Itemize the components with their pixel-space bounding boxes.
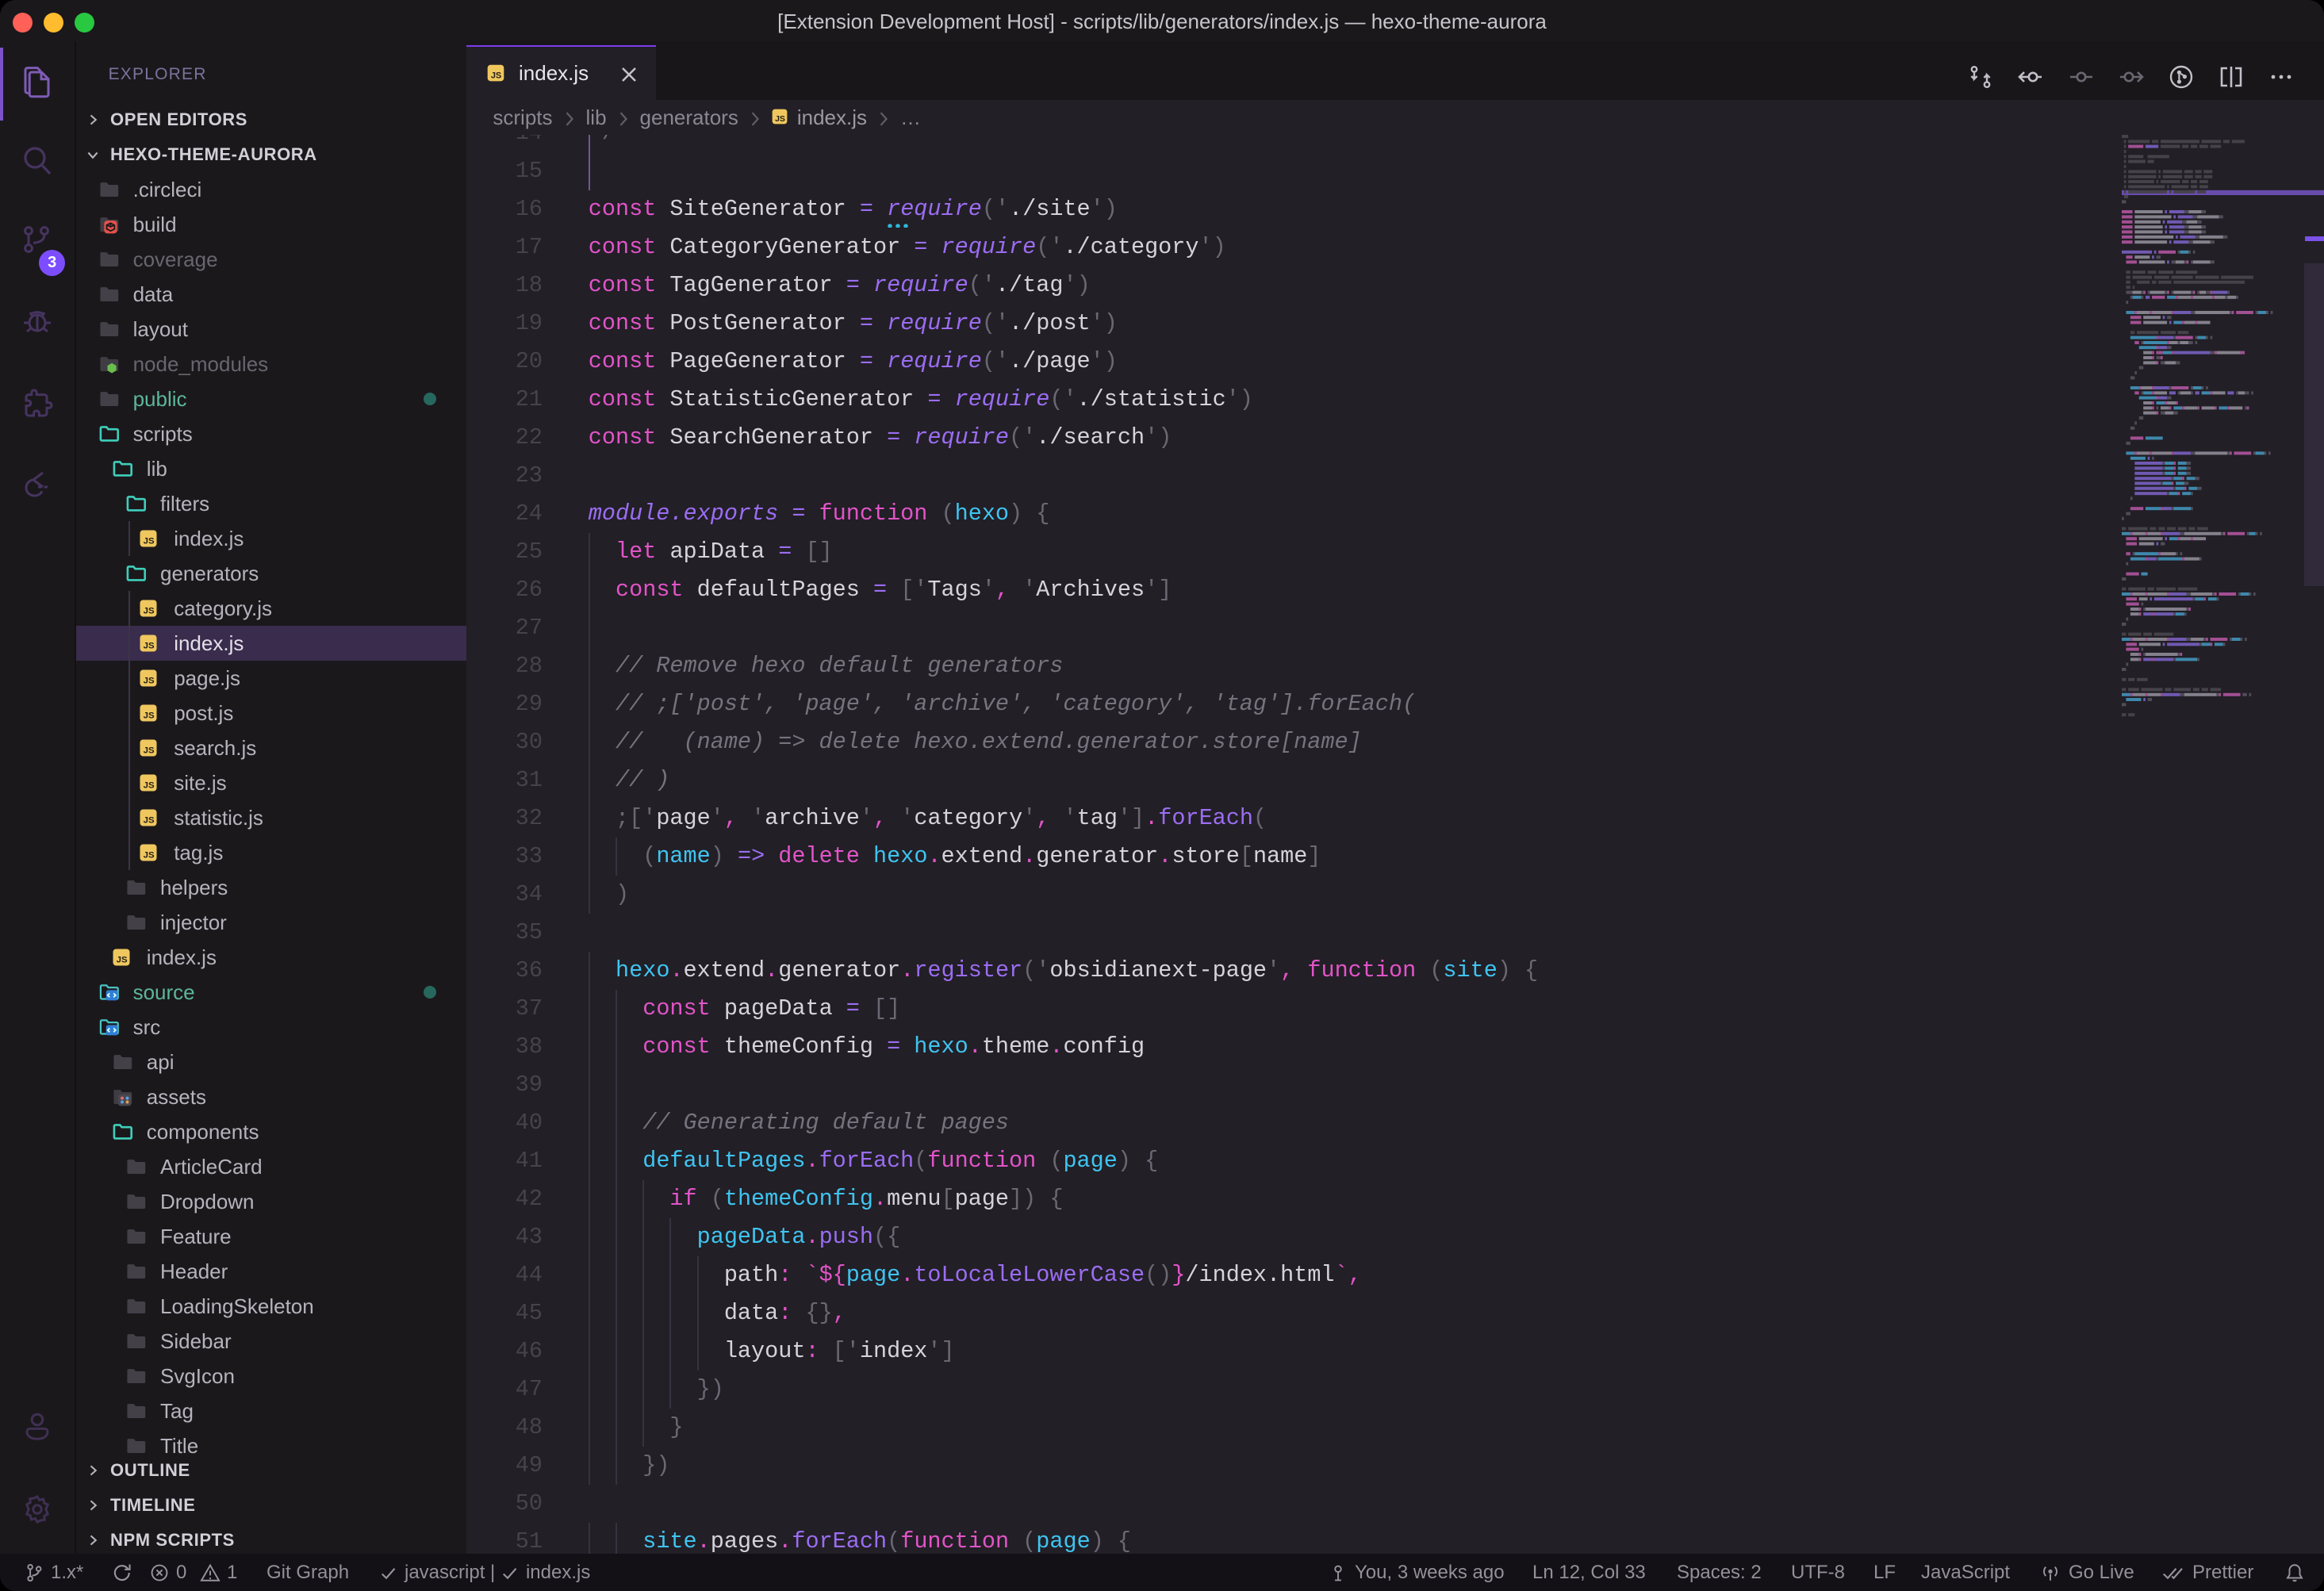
svg-text:JS: JS [144,641,155,650]
svg-text:JS: JS [144,676,155,685]
svg-text:JS: JS [144,780,155,790]
svg-text:JS: JS [144,536,155,546]
svg-text:JS: JS [144,815,155,825]
svg-text:JS: JS [775,113,785,123]
svg-text:JS: JS [491,71,501,80]
svg-text:JS: JS [144,850,155,860]
svg-text:JS: JS [144,606,155,615]
svg-text:JS: JS [144,711,155,720]
svg-text:JS: JS [144,746,155,755]
svg-text:JS: JS [116,955,127,964]
